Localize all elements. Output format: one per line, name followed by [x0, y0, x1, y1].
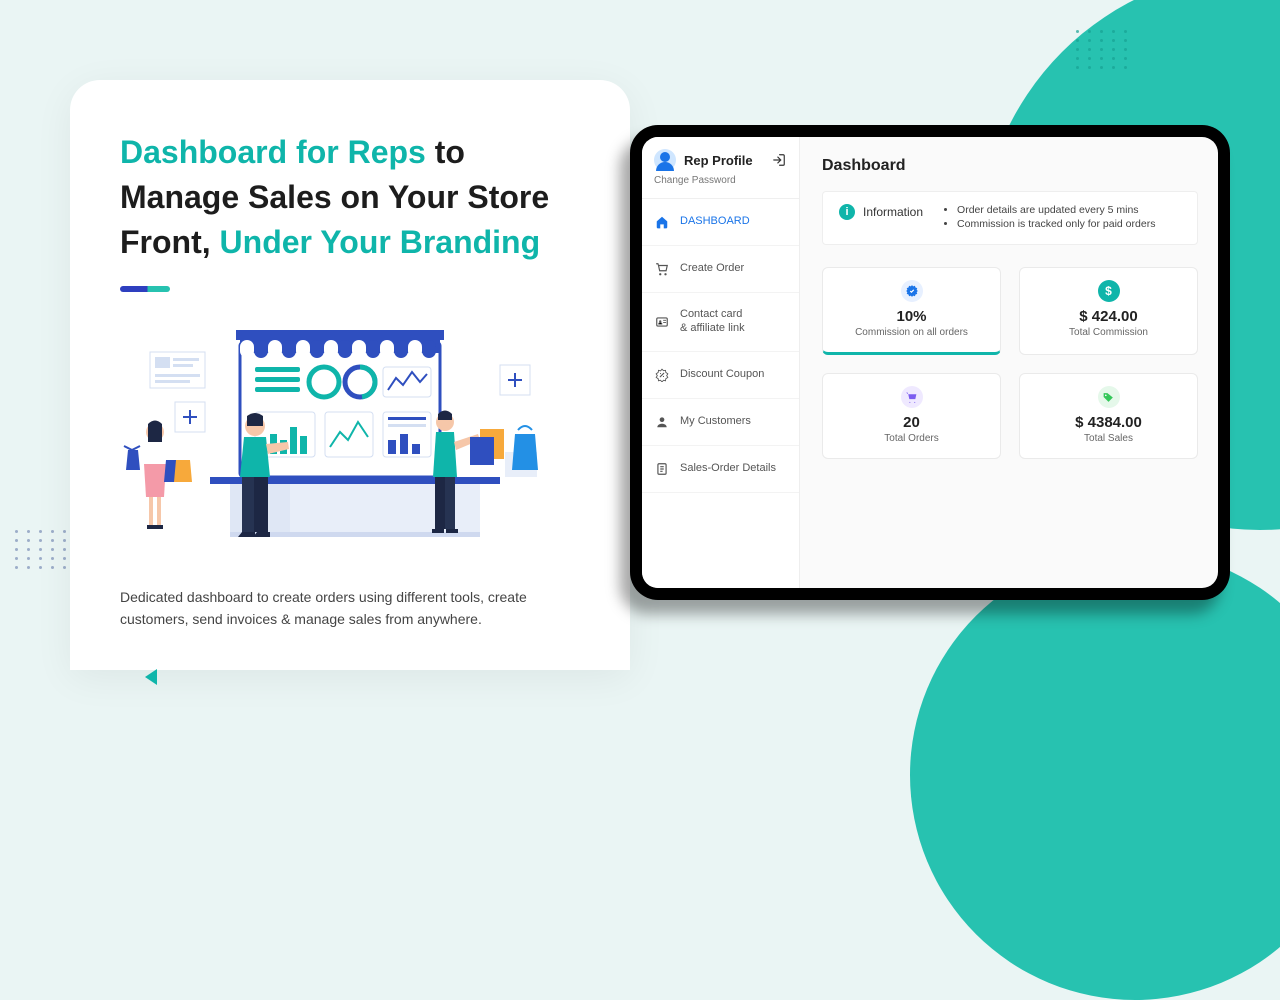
nav-label: DASHBOARD — [680, 215, 750, 229]
info-box: i Information Order details are updated … — [822, 191, 1198, 245]
headline: Dashboard for Reps to Manage Sales on Yo… — [120, 130, 580, 264]
avatar-icon — [654, 149, 676, 171]
bg-circle-bottom — [910, 550, 1280, 1000]
stat-commission-rate[interactable]: 10% Commission on all orders — [822, 267, 1001, 355]
description: Dedicated dashboard to create orders usi… — [120, 587, 580, 630]
info-list: Order details are updated every 5 mins C… — [941, 204, 1155, 232]
doc-icon — [654, 461, 670, 477]
page-title: Dashboard — [822, 157, 1198, 175]
cursor-pointer-icon — [145, 669, 157, 685]
nav-dashboard[interactable]: DASHBOARD — [642, 199, 799, 246]
main-content: Dashboard i Information Order details ar… — [800, 137, 1218, 588]
nav-label: My Customers — [680, 415, 751, 429]
cart-icon — [654, 261, 670, 277]
nav-contact-card[interactable]: Contact card & affiliate link — [642, 293, 799, 352]
dot-pattern-bl — [15, 530, 69, 569]
stat-caption: Total Commission — [1030, 327, 1187, 338]
info-item: Commission is tracked only for paid orde… — [957, 218, 1155, 230]
badge-check-icon — [901, 280, 923, 302]
nav-list: DASHBOARD Create Order Contact card & af… — [642, 199, 799, 493]
headline-part-c: Under Your Branding — [220, 224, 541, 260]
profile-row: Rep Profile — [642, 137, 799, 175]
stat-value: 20 — [833, 414, 990, 431]
discount-icon — [654, 367, 670, 383]
nav-label: Create Order — [680, 262, 744, 276]
stat-caption: Total Sales — [1030, 433, 1187, 444]
logout-icon — [772, 153, 786, 167]
nav-create-order[interactable]: Create Order — [642, 246, 799, 293]
profile-name: Rep Profile — [684, 153, 753, 168]
headline-part-a: Dashboard for Reps — [120, 134, 426, 170]
marketing-card: Dashboard for Reps to Manage Sales on Yo… — [70, 80, 630, 670]
stat-total-commission[interactable]: $ $ 424.00 Total Commission — [1019, 267, 1198, 355]
stat-value: $ 424.00 — [1030, 308, 1187, 325]
change-password-link[interactable]: Change Password — [642, 175, 799, 199]
home-icon — [654, 214, 670, 230]
underline-accent — [120, 286, 170, 292]
logout-button[interactable] — [771, 152, 787, 168]
info-item: Order details are updated every 5 mins — [957, 204, 1155, 216]
tablet-device: Rep Profile Change Password DASHBOARD Cr… — [630, 125, 1230, 600]
person-icon — [654, 414, 670, 430]
nav-discount[interactable]: Discount Coupon — [642, 352, 799, 399]
stat-caption: Total Orders — [833, 433, 990, 444]
nav-sales-order[interactable]: Sales-Order Details — [642, 446, 799, 493]
stat-caption: Commission on all orders — [833, 327, 990, 338]
nav-label: Discount Coupon — [680, 368, 764, 382]
nav-my-customers[interactable]: My Customers — [642, 399, 799, 446]
dot-pattern-tr — [1076, 30, 1130, 69]
info-icon: i — [839, 204, 855, 220]
sidebar: Rep Profile Change Password DASHBOARD Cr… — [642, 137, 800, 588]
cart-fill-icon — [901, 386, 923, 408]
dollar-icon: $ — [1098, 280, 1120, 302]
nav-label: Sales-Order Details — [680, 462, 776, 476]
tag-icon — [1098, 386, 1120, 408]
stat-total-sales[interactable]: $ 4384.00 Total Sales — [1019, 373, 1198, 459]
stat-value: $ 4384.00 — [1030, 414, 1187, 431]
contact-icon — [654, 314, 670, 330]
stat-value: 10% — [833, 308, 990, 325]
nav-label: Contact card & affiliate link — [680, 308, 745, 336]
stat-total-orders[interactable]: 20 Total Orders — [822, 373, 1001, 459]
info-title: Information — [863, 205, 923, 219]
stat-grid: 10% Commission on all orders $ $ 424.00 … — [822, 267, 1198, 459]
storefront-illustration — [120, 317, 580, 567]
